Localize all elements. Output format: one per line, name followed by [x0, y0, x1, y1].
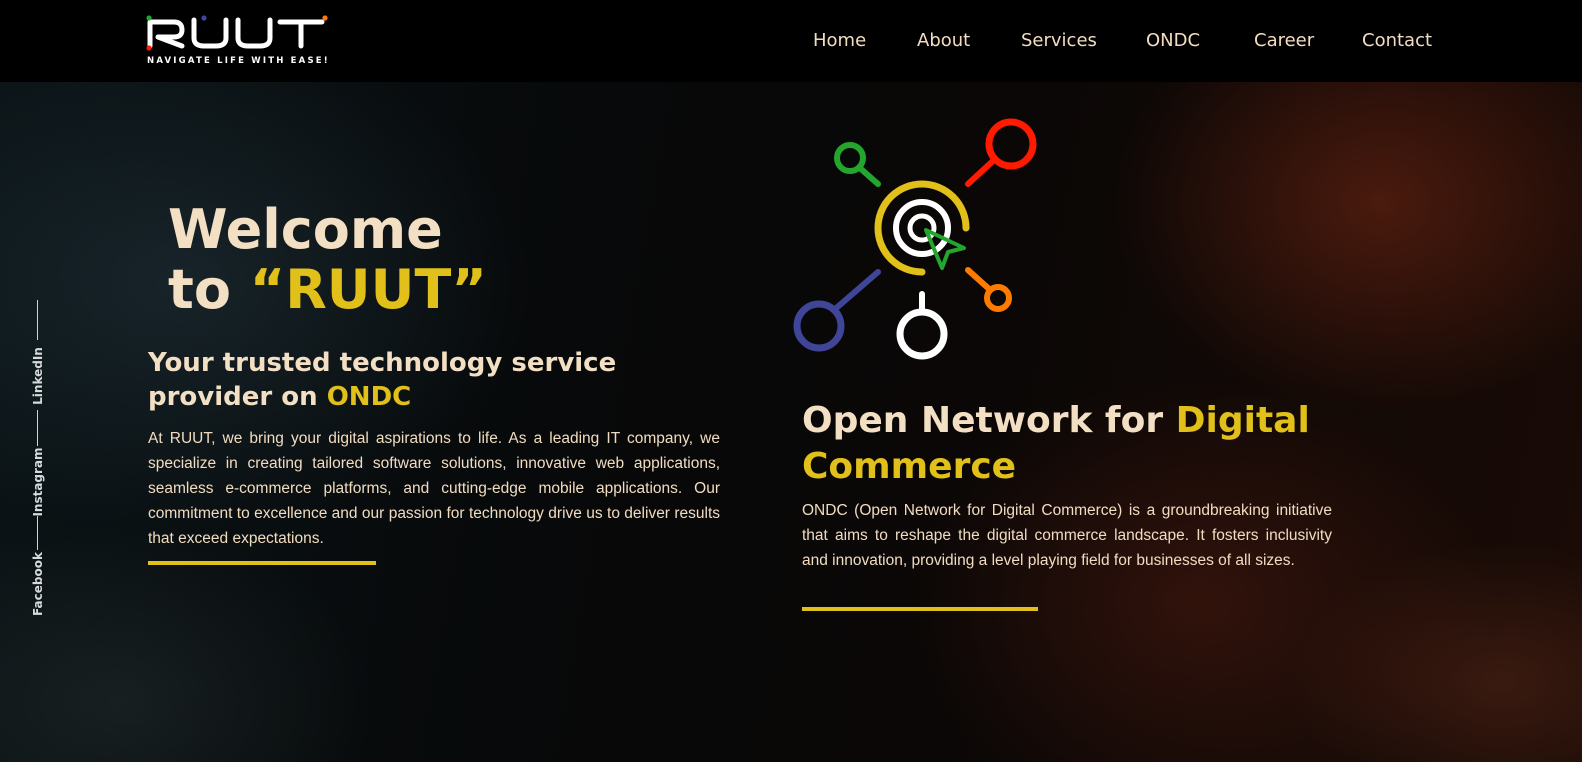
ondc-title-text: Open Network for: [802, 400, 1176, 441]
nav-home[interactable]: Home: [813, 30, 866, 51]
left-subtitle: Your trusted technology service provider…: [148, 346, 628, 414]
nav-contact[interactable]: Contact: [1362, 30, 1432, 51]
social-divider: [37, 516, 38, 550]
nav-services[interactable]: Services: [1021, 30, 1097, 51]
right-accent-bar: [802, 607, 1038, 611]
nav-ondc[interactable]: ONDC: [1146, 30, 1200, 51]
ondc-title: Open Network for Digital Commerce: [802, 398, 1342, 490]
main-nav: Home About Services ONDC Career Contact: [0, 30, 1582, 56]
welcome-heading: Welcome to “RUUT”: [168, 200, 588, 320]
welcome-to: to: [168, 258, 250, 321]
social-links-vertical: LinkedIn Instagram Facebook: [24, 300, 52, 620]
top-navigation-bar: NAVIGATE LIFE WITH EASE! Home About Serv…: [0, 0, 1582, 82]
social-instagram-link[interactable]: Instagram: [31, 447, 45, 516]
social-divider: [37, 410, 38, 446]
left-accent-bar: [148, 561, 376, 565]
nav-about[interactable]: About: [917, 30, 970, 51]
social-facebook-link[interactable]: Facebook: [31, 552, 45, 616]
social-linkedin-link[interactable]: LinkedIn: [31, 347, 45, 405]
social-divider-top: [37, 300, 38, 340]
left-description: At RUUT, we bring your digital aspiratio…: [148, 430, 720, 547]
left-subtitle-highlight: ONDC: [326, 382, 412, 412]
nav-career[interactable]: Career: [1254, 30, 1314, 51]
ondc-description: ONDC (Open Network for Digital Commerce)…: [802, 502, 1332, 569]
network-target-icon: [793, 118, 1037, 360]
logo-tagline: NAVIGATE LIFE WITH EASE!: [147, 56, 330, 66]
welcome-brand: “RUUT”: [249, 258, 487, 321]
welcome-line-1: Welcome: [168, 198, 443, 261]
